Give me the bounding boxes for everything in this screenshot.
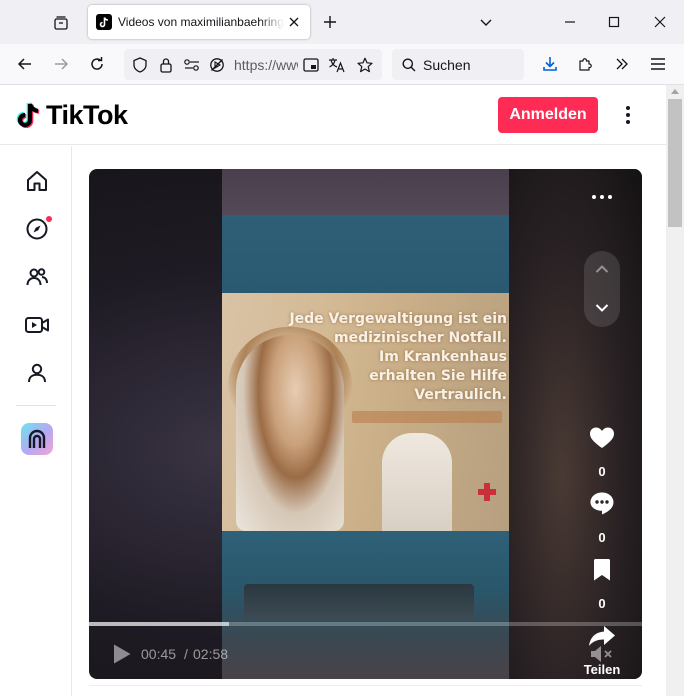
comment-bubble-icon[interactable] — [582, 489, 622, 519]
tracking-shield-icon[interactable] — [131, 56, 149, 74]
get-app-icon[interactable] — [21, 423, 53, 455]
lock-icon[interactable] — [157, 56, 175, 74]
url-bar[interactable]: https://www.tiktok.com — [124, 49, 382, 80]
bookmark-icon[interactable] — [582, 555, 622, 585]
search-placeholder: Suchen — [423, 57, 471, 73]
page-scrollbar[interactable] — [666, 85, 684, 696]
scroll-up-arrow-icon[interactable] — [671, 89, 679, 94]
chevron-down-icon[interactable] — [476, 12, 496, 32]
video-time-current: 00:45 — [141, 646, 177, 662]
comment-count: 0 — [598, 530, 606, 545]
translate-icon[interactable] — [328, 56, 346, 74]
video-navigation-pill — [584, 251, 620, 327]
browser-navigation-bar: https://www.tiktok.com Suchen — [0, 44, 684, 85]
tiktok-logo[interactable]: TikTok — [16, 100, 128, 130]
picture-in-picture-icon[interactable] — [302, 56, 320, 74]
permissions-icon[interactable] — [183, 56, 201, 74]
poster-url-strip — [352, 411, 502, 423]
profile-icon[interactable] — [22, 358, 52, 388]
scrollbar-thumb[interactable] — [668, 99, 682, 227]
reload-icon[interactable] — [85, 52, 109, 76]
more-options-icon[interactable] — [616, 103, 640, 127]
video-more-options-icon[interactable] — [590, 187, 614, 207]
poster-text-line: Im Krankenhaus — [379, 349, 507, 365]
overflow-chevrons-icon[interactable] — [610, 52, 634, 76]
poster-text-line: Vertraulich. — [414, 387, 507, 403]
poster-text-line: Jede Vergewaltigung ist ein — [289, 311, 507, 327]
tab-close-icon[interactable] — [286, 14, 302, 30]
window-maximize-icon[interactable] — [604, 12, 624, 32]
new-tab-plus-icon[interactable] — [320, 12, 340, 32]
video-frame[interactable]: Jede Vergewaltigung ist ein medizinische… — [222, 169, 509, 679]
like-count: 0 — [598, 464, 606, 479]
tiktok-logo-text: TikTok — [46, 99, 128, 130]
home-icon[interactable] — [22, 166, 52, 196]
tab-title: Videos von maximilianbaehring — [118, 15, 284, 29]
video-time-separator: / — [184, 646, 188, 662]
play-icon[interactable] — [109, 641, 135, 667]
hamburger-menu-icon[interactable] — [646, 52, 670, 76]
explore-notification-badge — [46, 216, 52, 222]
next-video-chevron-down-icon[interactable] — [590, 296, 614, 320]
tiktok-sidebar — [0, 146, 72, 696]
video-progress-fill — [89, 622, 229, 626]
poster-doctor-figure — [382, 433, 452, 531]
bookmark-count: 0 — [598, 596, 606, 611]
explore-icon[interactable] — [22, 214, 52, 244]
url-text: https://www.tiktok.com — [234, 57, 298, 73]
tiktok-page: TikTok Anmelden Jede Vergewaltigung ist … — [0, 85, 666, 696]
search-icon — [400, 56, 418, 74]
sidebar-divider — [16, 405, 56, 406]
back-arrow-icon[interactable] — [13, 52, 37, 76]
browser-tab-active[interactable]: Videos von maximilianbaehring — [88, 5, 310, 39]
bookmark-star-icon[interactable] — [356, 56, 374, 74]
video-poster-image: Jede Vergewaltigung ist ein medizinische… — [222, 293, 509, 531]
video-time-total: 02:58 — [193, 646, 229, 662]
red-cross-logo-bar — [478, 489, 496, 495]
search-field[interactable]: Suchen — [392, 49, 524, 80]
tiktok-favicon-icon — [96, 14, 112, 30]
tab-list-icon[interactable] — [48, 10, 74, 36]
video-progress-bar[interactable] — [89, 622, 642, 626]
login-button[interactable]: Anmelden — [498, 97, 598, 133]
video-panel-top — [222, 215, 509, 293]
autoplay-blocked-icon[interactable] — [208, 56, 226, 74]
like-heart-icon[interactable] — [582, 423, 622, 453]
window-close-icon[interactable] — [650, 12, 670, 32]
poster-text-line: medizinischer Notfall. — [334, 330, 507, 346]
window-minimize-icon[interactable] — [560, 12, 580, 32]
video-slot — [244, 584, 474, 620]
video-wall — [222, 169, 509, 217]
muted-speaker-icon[interactable] — [589, 641, 615, 667]
tiktok-header: TikTok Anmelden — [0, 85, 666, 145]
forward-arrow-icon[interactable] — [49, 52, 73, 76]
extensions-puzzle-icon[interactable] — [574, 52, 598, 76]
tiktok-note-icon — [16, 102, 40, 129]
video-player[interactable]: Jede Vergewaltigung ist ein medizinische… — [89, 169, 642, 679]
poster-woman-figure — [236, 335, 344, 531]
poster-text-line: erhalten Sie Hilfe — [369, 368, 507, 384]
following-icon[interactable] — [22, 262, 52, 292]
downloads-icon[interactable] — [538, 52, 562, 76]
previous-video-chevron-up-icon[interactable] — [590, 257, 614, 281]
live-icon[interactable] — [22, 310, 52, 340]
browser-tab-bar: Videos von maximilianbaehring — [0, 0, 684, 44]
video-card-separator — [89, 685, 642, 696]
